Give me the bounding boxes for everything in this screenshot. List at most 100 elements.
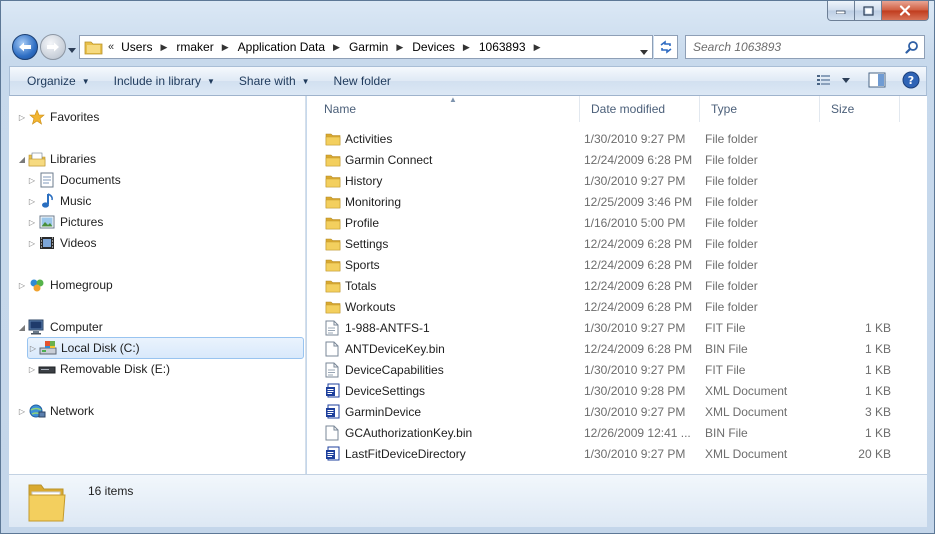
expand-arrow-icon[interactable]: ▷ <box>27 176 37 185</box>
breadcrumb-1063893[interactable]: 1063893 ▶ <box>479 40 550 54</box>
breadcrumb-application-data[interactable]: Application Data ▶ <box>238 40 349 54</box>
tree-item-favorites[interactable]: ▷ Favorites <box>17 107 99 127</box>
breadcrumb-garmin[interactable]: Garmin ▶ <box>349 40 412 54</box>
file-row[interactable]: DeviceSettings 1/30/2010 9:28 PM XML Docum… <box>307 380 907 401</box>
tree-item-removable-disk[interactable]: ▷ Removable Disk (E:) <box>27 359 170 379</box>
maximize-icon <box>862 5 874 16</box>
file-type: XML Document <box>705 404 788 419</box>
file-name-cell: Activities <box>325 128 392 149</box>
tree-item-local-disk[interactable]: ▷ Local Disk (C:) <box>27 337 304 359</box>
file-name-cell: Garmin Connect <box>325 149 432 170</box>
file-row[interactable]: Garmin Connect 12/24/2009 6:28 PM File fol… <box>307 149 907 170</box>
expand-arrow-icon[interactable]: ▷ <box>27 239 37 248</box>
view-options-dropdown[interactable] <box>842 77 850 83</box>
file-row[interactable]: Activities 1/30/2010 9:27 PM File folder <box>307 128 907 149</box>
search-input[interactable] <box>693 40 903 54</box>
file-row[interactable]: 1-988-ANTFS-1 1/30/2010 9:27 PM FIT File 1 … <box>307 317 907 338</box>
include-in-library-button[interactable]: Include in library ▼ <box>105 67 224 95</box>
refresh-button[interactable] <box>654 35 678 59</box>
breadcrumb-rmaker[interactable]: rmaker ▶ <box>176 40 237 54</box>
tree-item-homegroup[interactable]: ▷ Homegroup <box>17 275 113 295</box>
expand-arrow-icon[interactable]: ▷ <box>17 407 27 416</box>
address-overflow[interactable]: « <box>108 41 114 53</box>
file-size <box>819 254 891 275</box>
minimize-button[interactable] <box>827 1 855 21</box>
file-row[interactable]: Totals 12/24/2009 6:28 PM File folder <box>307 275 907 296</box>
tree-item-documents[interactable]: ▷ Documents <box>27 170 121 190</box>
file-row[interactable]: GCAuthorizationKey.bin 12/26/2009 12:41 .… <box>307 422 907 443</box>
navigation-row: « Users ▶ rmaker ▶ Application Data ▶ Garmi… <box>11 32 926 62</box>
preview-pane-button[interactable] <box>868 72 886 88</box>
tree-item-pictures[interactable]: ▷ Pictures <box>27 212 103 232</box>
file-date-modified: 1/30/2010 9:28 PM <box>584 383 686 398</box>
tree-item-libraries[interactable]: ◢ Libraries <box>17 149 96 169</box>
computer-icon <box>28 319 46 335</box>
expand-arrow-icon[interactable]: ▷ <box>27 197 37 206</box>
help-button[interactable]: ? <box>902 71 920 89</box>
file-name-cell: Totals <box>325 275 376 296</box>
change-view-button[interactable] <box>816 73 832 87</box>
file-row[interactable]: LastFitDeviceDirectory 1/30/2010 9:27 PM X… <box>307 443 907 464</box>
tree-label: Music <box>60 194 92 208</box>
address-history-dropdown[interactable] <box>640 44 648 58</box>
file-date-modified: 12/24/2009 6:28 PM <box>584 278 693 293</box>
file-row[interactable]: Settings 12/24/2009 6:28 PM File folder <box>307 233 907 254</box>
collapse-arrow-icon[interactable]: ◢ <box>17 323 27 332</box>
file-row[interactable]: DeviceCapabilities 1/30/2010 9:27 PM FIT F… <box>307 359 907 380</box>
tree-item-music[interactable]: ▷ Music <box>27 191 91 211</box>
collapse-arrow-icon[interactable]: ◢ <box>17 155 27 164</box>
file-row[interactable]: GarminDevice 1/30/2010 9:27 PM XML Documen… <box>307 401 907 422</box>
star-icon <box>28 109 46 125</box>
recent-pages-dropdown[interactable] <box>68 42 76 56</box>
column-header-type[interactable]: Type <box>700 96 820 122</box>
breadcrumb-arrow-icon[interactable]: ▶ <box>463 42 470 53</box>
column-header-size[interactable]: Size <box>820 96 900 122</box>
tree-item-videos[interactable]: ▷ Videos <box>27 233 97 253</box>
file-row[interactable]: History 1/30/2010 9:27 PM File folder <box>307 170 907 191</box>
file-row[interactable]: Sports 12/24/2009 6:28 PM File folder <box>307 254 907 275</box>
breadcrumb-arrow-icon[interactable]: ▶ <box>396 42 403 53</box>
expand-arrow-icon[interactable]: ▷ <box>27 365 37 374</box>
breadcrumb-arrow-icon[interactable]: ▶ <box>222 42 229 53</box>
videos-icon <box>38 235 56 251</box>
share-with-button[interactable]: Share with ▼ <box>230 67 319 95</box>
new-folder-button[interactable]: New folder <box>325 67 400 95</box>
breadcrumb-arrow-icon[interactable]: ▶ <box>333 42 340 53</box>
close-button[interactable] <box>882 1 929 21</box>
column-header-name[interactable]: Name ▲ <box>313 95 580 122</box>
tree-label: Documents <box>60 173 121 187</box>
forward-button[interactable] <box>40 34 66 60</box>
local-disk-icon <box>39 340 57 356</box>
file-row[interactable]: Profile 1/16/2010 5:00 PM File folder <box>307 212 907 233</box>
breadcrumb-arrow-icon[interactable]: ▶ <box>160 42 167 53</box>
minimize-icon <box>836 10 846 14</box>
file-type: BIN File <box>705 425 748 440</box>
navigation-pane: ▷ Favorites ◢ Libraries ▷ Documents ▷ Mu… <box>9 96 306 474</box>
maximize-button[interactable] <box>855 1 882 21</box>
back-button[interactable] <box>12 34 38 60</box>
blank-file-icon <box>325 341 341 357</box>
file-name-cell: History <box>325 170 382 191</box>
file-name: LastFitDeviceDirectory <box>345 446 466 461</box>
address-bar[interactable]: « Users ▶ rmaker ▶ Application Data ▶ Garmi… <box>79 35 653 59</box>
tree-item-network[interactable]: ▷ Network <box>17 401 94 421</box>
expand-arrow-icon[interactable]: ▷ <box>27 218 37 227</box>
file-name-cell: 1-988-ANTFS-1 <box>325 317 430 338</box>
breadcrumb-devices[interactable]: Devices ▶ <box>412 40 479 54</box>
tree-item-computer[interactable]: ◢ Computer <box>17 317 103 337</box>
search-box[interactable] <box>685 35 925 59</box>
file-row[interactable]: Monitoring 12/25/2009 3:46 PM File folder <box>307 191 907 212</box>
organize-button[interactable]: Organize ▼ <box>18 67 99 95</box>
breadcrumb-arrow-icon[interactable]: ▶ <box>534 42 541 53</box>
homegroup-icon <box>28 277 46 293</box>
expand-arrow-icon[interactable]: ▷ <box>17 281 27 290</box>
breadcrumb-users[interactable]: Users ▶ <box>121 40 176 54</box>
folder-icon <box>28 484 66 522</box>
file-row[interactable]: ANTDeviceKey.bin 12/24/2009 6:28 PM BIN Fi… <box>307 338 907 359</box>
column-header-date-modified[interactable]: Date modified <box>580 96 700 122</box>
expand-arrow-icon[interactable]: ▷ <box>28 344 38 353</box>
expand-arrow-icon[interactable]: ▷ <box>17 113 27 122</box>
item-count: 16 items <box>88 484 134 498</box>
file-name: GCAuthorizationKey.bin <box>345 425 473 440</box>
file-row[interactable]: Workouts 12/24/2009 6:28 PM File folder <box>307 296 907 317</box>
